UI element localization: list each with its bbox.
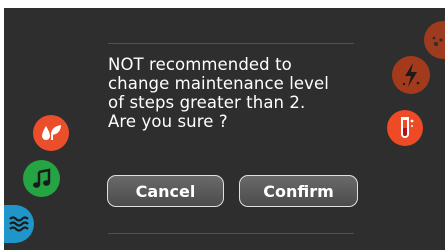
waves-icon[interactable] bbox=[4, 205, 34, 243]
dialog-message: NOT recommended to change maintenance le… bbox=[108, 55, 354, 131]
music-note-icon[interactable] bbox=[23, 160, 60, 197]
lightning-icon[interactable] bbox=[392, 56, 430, 94]
cancel-button[interactable]: Cancel bbox=[107, 175, 224, 207]
message-line: NOT recommended to bbox=[108, 55, 292, 74]
speckle-icon[interactable] bbox=[424, 21, 445, 59]
confirm-button[interactable]: Confirm bbox=[239, 175, 358, 207]
screen: NOT recommended to change maintenance le… bbox=[4, 8, 445, 250]
top-divider bbox=[108, 43, 354, 44]
message-line: change maintenance level bbox=[108, 74, 329, 93]
message-line: Are you sure ? bbox=[108, 112, 228, 131]
water-drop-leaf-icon[interactable] bbox=[33, 115, 69, 151]
confirmation-dialog: NOT recommended to change maintenance le… bbox=[104, 43, 358, 234]
test-tube-icon[interactable] bbox=[387, 110, 423, 146]
message-line: of steps greater than 2. bbox=[108, 93, 306, 112]
bottom-divider bbox=[108, 233, 354, 234]
